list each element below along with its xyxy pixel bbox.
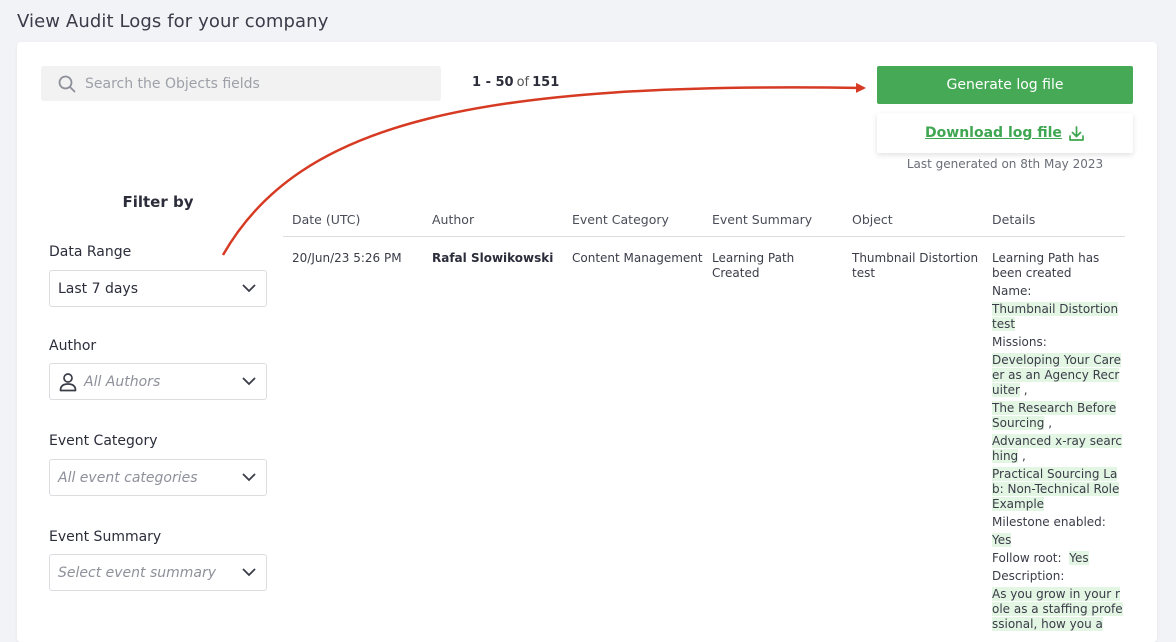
column-header-date[interactable]: Date (UTC): [283, 212, 423, 227]
column-header-author[interactable]: Author: [423, 212, 563, 227]
download-icon: [1069, 125, 1084, 141]
details-mission-item: Advanced x-ray searching: [992, 434, 1122, 463]
event-category-select[interactable]: All event categories: [49, 459, 267, 496]
download-log-label: Download log file: [925, 125, 1062, 141]
details-milestone-value: Yes: [992, 533, 1012, 547]
chevron-down-icon: [242, 568, 256, 577]
row-event-category: Content Management: [572, 251, 703, 265]
search-input[interactable]: [85, 75, 405, 92]
date-range-label: Data Range: [49, 244, 132, 260]
event-category-label: Event Category: [49, 433, 158, 449]
row-author: Rafal Slowikowski: [432, 251, 554, 265]
event-category-placeholder: All event categories: [58, 469, 198, 486]
result-range: 1 - 50: [472, 75, 514, 90]
user-icon: [59, 372, 77, 391]
chevron-down-icon: [242, 473, 256, 482]
search-bar[interactable]: [41, 66, 441, 101]
date-range-select[interactable]: Last 7 days: [49, 270, 267, 307]
details-mission-item: Developing Your Career as an Agency Recr…: [992, 353, 1121, 397]
event-summary-placeholder: Select event summary: [58, 564, 217, 581]
author-placeholder: All Authors: [84, 373, 161, 390]
details-name-label: Name:: [992, 284, 1032, 298]
download-log-link[interactable]: Download log file: [925, 125, 1085, 142]
date-range-value: Last 7 days: [58, 280, 139, 297]
author-label: Author: [49, 338, 97, 354]
row-object: Thumbnail Distortion test: [852, 251, 979, 280]
details-description-label: Description:: [992, 569, 1065, 583]
table-row[interactable]: 20/Jun/23 5:26 PM Rafal Slowikowski Cont…: [283, 237, 1125, 635]
row-date: 20/Jun/23 5:26 PM: [292, 251, 402, 265]
result-of: of: [516, 75, 530, 90]
details-separator: ,: [1022, 449, 1026, 463]
details-separator: ,: [1048, 416, 1053, 430]
column-header-event-category[interactable]: Event Category: [563, 212, 703, 227]
column-header-details[interactable]: Details: [983, 212, 1125, 227]
details-missions-label: Missions:: [992, 335, 1047, 349]
details-follow-value: Yes: [1069, 551, 1089, 565]
details-name-value: Thumbnail Distortion test: [992, 302, 1119, 331]
row-details: Learning Path has been created Name: Thu…: [983, 251, 1125, 635]
audit-log-table: Date (UTC) Author Event Category Event S…: [283, 202, 1125, 635]
details-mission-item: Practical Sourcing Lab: Non-Technical Ro…: [992, 467, 1120, 511]
chevron-down-icon: [242, 284, 256, 293]
page-title: View Audit Logs for your company: [17, 11, 329, 32]
filter-title: Filter by: [122, 193, 194, 211]
result-total: 151: [532, 75, 560, 90]
details-intro: Learning Path has been created: [992, 251, 1100, 280]
column-header-event-summary[interactable]: Event Summary: [703, 212, 843, 227]
download-panel: Download log file: [877, 113, 1133, 153]
audit-log-card: 1 - 50of151 Generate log file Download l…: [17, 42, 1157, 642]
event-summary-select[interactable]: Select event summary: [49, 554, 267, 591]
details-milestone-label: Milestone enabled:: [992, 515, 1106, 529]
last-generated-text: Last generated on 8th May 2023: [906, 157, 1104, 171]
details-separator: ,: [1023, 383, 1028, 397]
row-event-summary: Learning Path Created: [712, 251, 795, 280]
author-select[interactable]: All Authors: [49, 363, 267, 400]
event-summary-label: Event Summary: [49, 529, 162, 545]
chevron-down-icon: [242, 377, 256, 386]
details-follow-label: Follow root:: [992, 551, 1062, 565]
generate-log-button[interactable]: Generate log file: [877, 66, 1133, 104]
table-header: Date (UTC) Author Event Category Event S…: [283, 202, 1125, 237]
result-count: 1 - 50 of 151: [472, 75, 559, 90]
details-description-value: As you grow in your role as a staffing p…: [992, 587, 1123, 631]
details-mission-item: The Research Before Sourcing: [992, 401, 1117, 430]
search-icon: [58, 75, 76, 92]
column-header-object[interactable]: Object: [843, 212, 983, 227]
